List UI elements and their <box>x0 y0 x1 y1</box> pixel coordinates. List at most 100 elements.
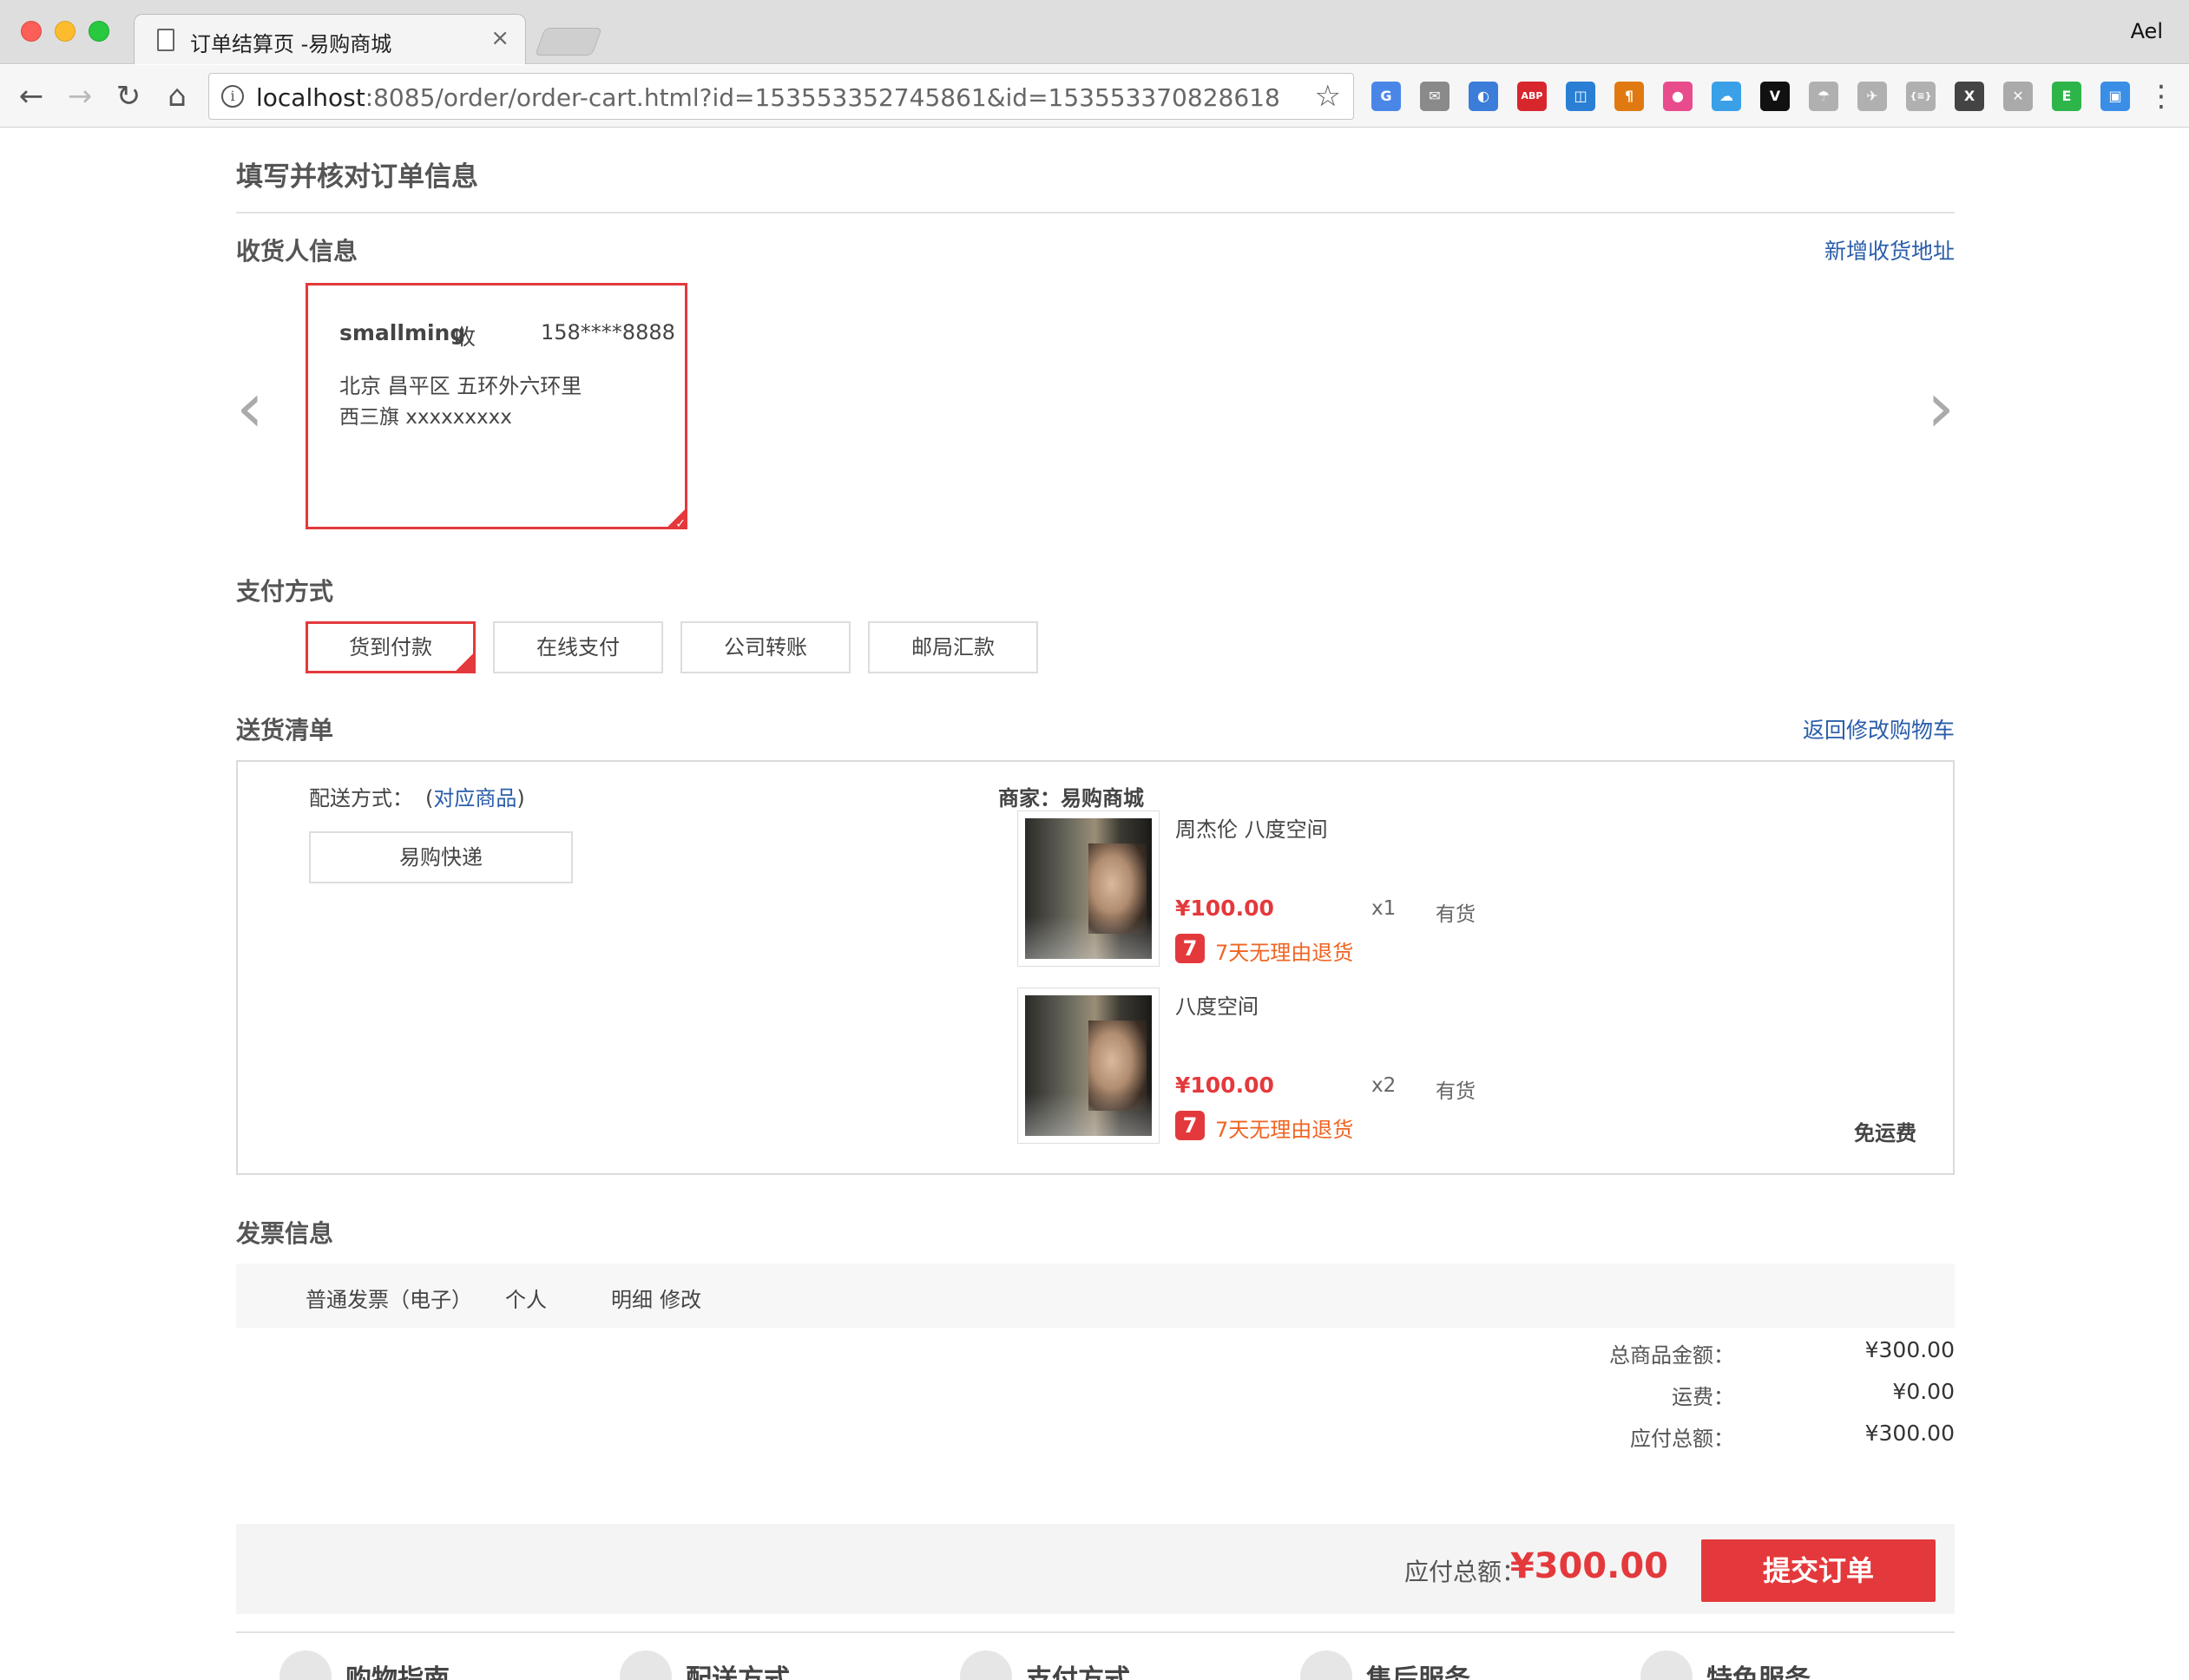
plane-ext-icon[interactable]: ✈ <box>1857 82 1887 111</box>
product-quantity: x2 <box>1371 1074 1397 1097</box>
submit-total-amount: ¥300.00 <box>1509 1546 1668 1586</box>
payment-icon <box>960 1650 1012 1680</box>
x-ext-icon[interactable]: ✕ <box>2003 82 2033 111</box>
address-next-arrow-icon[interactable]: › <box>1927 373 1955 443</box>
screenshot-ext-icon[interactable]: ◐ <box>1469 82 1498 111</box>
color-picker-icon[interactable]: ● <box>1663 82 1693 111</box>
shipping-section-title: 送货清单 <box>236 716 334 745</box>
delivery-method-label: 配送方式： (对应商品) <box>309 786 525 810</box>
adblock-plus-icon[interactable]: ABP <box>1517 82 1547 111</box>
freight-label: 运费： <box>1672 1385 1734 1409</box>
goods-total-value: ¥300.00 <box>1864 1337 1955 1362</box>
browser-toolbar: ← → ↻ ⌂ i localhost:8085/order/order-car… <box>0 65 2189 128</box>
consignee-name: smallming <box>339 320 466 345</box>
json-viewer-icon[interactable]: {≡} <box>1906 82 1936 111</box>
cloud-ext-icon[interactable]: ☁ <box>1712 82 1741 111</box>
formatting-ext-icon[interactable]: ¶ <box>1614 82 1644 111</box>
back-to-cart-link[interactable]: 返回修改购物车 <box>1803 713 1955 745</box>
seven-day-return-icon: 7 <box>1175 1111 1205 1140</box>
return-policy-text: 7天无理由退货 <box>1215 1118 1354 1142</box>
new-tab-button[interactable] <box>535 28 602 56</box>
web-dev-ext-icon[interactable]: ◫ <box>1566 82 1595 111</box>
x-square-ext-icon[interactable]: X <box>1955 82 1984 111</box>
address-bar[interactable]: i localhost:8085/order/order-cart.html?i… <box>208 73 1354 120</box>
vue-devtools-icon[interactable]: V <box>1760 82 1790 111</box>
footer-shopping-guide[interactable]: 购物指南 <box>279 1650 450 1680</box>
payment-option-transfer[interactable]: 公司转账 <box>680 621 851 673</box>
address-prev-arrow-icon[interactable]: ‹ <box>236 373 264 443</box>
shopping-guide-icon <box>279 1650 332 1680</box>
tab-title: 订单结算页 -易购商城 <box>190 32 392 56</box>
consignee-phone: 158****8888 <box>541 320 675 345</box>
bookmark-star-icon[interactable]: ☆ <box>1315 79 1341 114</box>
document-icon <box>157 29 174 51</box>
corresponding-goods-link[interactable]: 对应商品 <box>433 786 516 810</box>
freight-value: ¥0.00 <box>1892 1379 1955 1404</box>
gmail-checker-icon[interactable]: ✉ <box>1420 82 1449 111</box>
invoice-info-bar: 普通发票（电子） 个人 明细 修改 <box>236 1263 1955 1328</box>
profile-name[interactable]: Ael <box>2131 19 2163 43</box>
consignee-section-title: 收货人信息 <box>236 237 358 266</box>
payment-section-title: 支付方式 <box>236 577 334 606</box>
album-cover-image <box>1025 995 1152 1136</box>
forward-button[interactable]: → <box>62 79 97 114</box>
product-image[interactable] <box>1017 810 1160 967</box>
browser-tab[interactable]: 订单结算页 -易购商城 × <box>134 14 526 64</box>
google-translate-icon[interactable]: G <box>1371 82 1401 111</box>
free-shipping-label: 免运费 <box>1854 1121 1916 1145</box>
invoice-edit-link[interactable]: 修改 <box>660 1283 701 1313</box>
minimize-window-button[interactable] <box>55 21 76 42</box>
payment-option-online[interactable]: 在线支付 <box>493 621 663 673</box>
site-info-icon[interactable]: i <box>221 85 244 108</box>
maximize-window-button[interactable] <box>89 21 109 42</box>
payable-total-label: 应付总额： <box>1630 1427 1734 1451</box>
submit-total-label: 应付总额： <box>1403 1558 1526 1586</box>
page-title: 填写并核对订单信息 <box>236 161 478 193</box>
payment-option-post[interactable]: 邮局汇款 <box>868 621 1038 673</box>
product-name[interactable]: 八度空间 <box>1175 989 1259 1020</box>
submit-order-bar: 应付总额： ¥300.00 提交订单 <box>236 1524 1955 1614</box>
album-cover-image <box>1025 818 1152 959</box>
invoice-holder: 个人 <box>505 1288 547 1312</box>
invoice-section-title: 发票信息 <box>236 1219 334 1248</box>
save-ext-icon[interactable]: ▣ <box>2100 82 2130 111</box>
add-address-link[interactable]: 新增收货地址 <box>1824 234 1955 266</box>
invoice-type: 普通发票（电子） <box>306 1288 472 1312</box>
selected-check-icon <box>665 507 687 531</box>
address-line-1: 北京 昌平区 五环外六环里 <box>339 374 582 398</box>
submit-order-button[interactable]: 提交订单 <box>1701 1539 1936 1602</box>
merchant-label: 商家：易购商城 <box>998 786 1144 810</box>
express-option-button[interactable]: 易购快递 <box>309 831 573 883</box>
close-window-button[interactable] <box>21 21 42 42</box>
product-image[interactable] <box>1017 988 1160 1144</box>
title-divider <box>236 212 1955 213</box>
product-name[interactable]: 周杰伦 八度空间 <box>1175 812 1328 843</box>
consignee-receive-label: 收 <box>454 325 477 350</box>
footer-payment[interactable]: 支付方式 <box>960 1650 1130 1680</box>
browser-titlebar: 订单结算页 -易购商城 × Ael <box>0 0 2189 64</box>
browser-menu-icon[interactable]: ⋮ <box>2144 79 2179 114</box>
address-card[interactable]: smallming 收 158****8888 北京 昌平区 五环外六环里 西三… <box>306 283 687 531</box>
parachute-ext-icon[interactable]: ☂ <box>1809 82 1838 111</box>
seven-day-return-icon: 7 <box>1175 934 1205 963</box>
invoice-detail: 明细 <box>611 1288 653 1312</box>
product-stock-status: 有货 <box>1436 1080 1476 1103</box>
delivery-icon <box>620 1650 672 1680</box>
back-button[interactable]: ← <box>14 79 49 114</box>
footer-divider <box>236 1631 1955 1633</box>
shipping-list-box: 配送方式： (对应商品) 易购快递 商家：易购商城 周杰伦 八度空间 ¥100.0… <box>236 760 1955 1175</box>
goods-total-label: 总商品金额： <box>1609 1343 1734 1368</box>
url-text[interactable]: localhost:8085/order/order-cart.html?id=… <box>256 83 1280 112</box>
reload-button[interactable]: ↻ <box>111 79 146 114</box>
footer-after-sales[interactable]: 售后服务 <box>1300 1650 1470 1680</box>
payable-total-value: ¥300.00 <box>1864 1421 1955 1446</box>
footer-delivery[interactable]: 配送方式 <box>620 1650 790 1680</box>
tab-close-icon[interactable]: × <box>490 25 509 51</box>
evernote-icon[interactable]: E <box>2052 82 2081 111</box>
selected-check-icon <box>453 628 476 675</box>
home-button[interactable]: ⌂ <box>160 79 194 114</box>
product-quantity: x1 <box>1371 897 1397 920</box>
address-line-2: 西三旗 xxxxxxxxx <box>339 406 512 429</box>
payment-option-cod[interactable]: 货到付款 <box>306 621 476 675</box>
footer-special[interactable]: 特色服务 <box>1640 1650 1811 1680</box>
